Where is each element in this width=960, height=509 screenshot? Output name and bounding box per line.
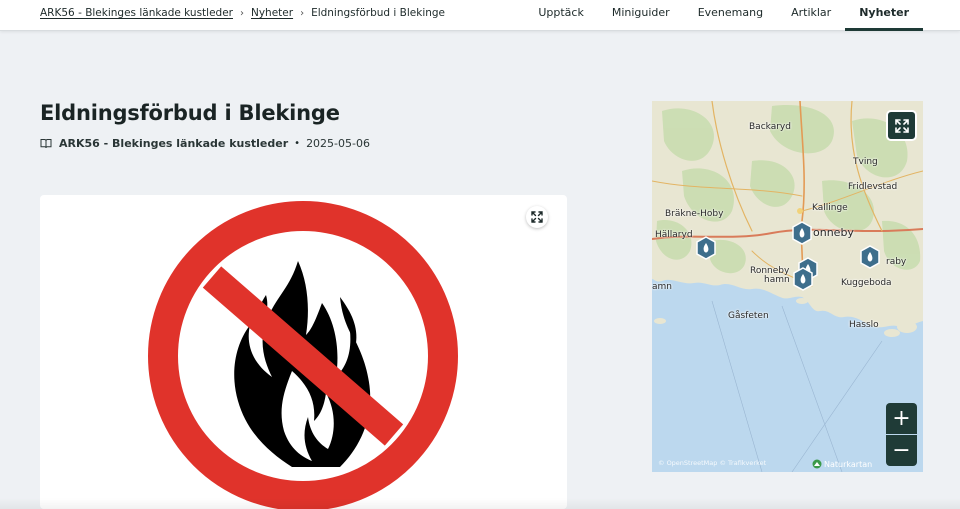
main-nav: Upptäck Miniguider Evenemang Artiklar Ny… xyxy=(524,0,923,31)
map-label-ronneby: onneby xyxy=(813,226,854,239)
article-date: 2025-05-06 xyxy=(306,137,370,150)
tab-nyheter[interactable]: Nyheter xyxy=(845,0,923,31)
map-marker-pin[interactable] xyxy=(859,245,881,271)
naturkartan-logo[interactable]: Naturkartan xyxy=(812,459,872,469)
breadcrumb-current: Eldningsförbud i Blekinge xyxy=(311,7,446,19)
image-expand-button[interactable] xyxy=(526,206,548,228)
map-zoom-out-button[interactable]: − xyxy=(886,435,917,466)
map-marker-pin[interactable] xyxy=(792,267,814,293)
hero-image xyxy=(40,195,567,509)
map-marker-pin[interactable] xyxy=(791,221,813,247)
tab-evenemang[interactable]: Evenemang xyxy=(684,0,777,31)
naturkartan-label: Naturkartan xyxy=(824,459,873,469)
naturkartan-icon xyxy=(812,459,822,469)
breadcrumb-chevron-icon: › xyxy=(300,7,305,19)
map-label-hasslo: Hasslo xyxy=(849,320,879,330)
map-zoom-in-button[interactable]: + xyxy=(886,403,917,434)
tab-upptack[interactable]: Upptäck xyxy=(524,0,598,31)
tab-miniguider[interactable]: Miniguider xyxy=(598,0,684,31)
map-attribution[interactable]: © OpenStreetMap © Trafikverket xyxy=(658,459,766,467)
map-label-kuggeboda: Kuggeboda xyxy=(841,278,892,288)
bottom-shade xyxy=(0,498,960,509)
map-label-hamn: hamn xyxy=(764,275,790,285)
map-label-amn: amn xyxy=(652,282,672,292)
map-label-tving: Tving xyxy=(853,157,878,167)
top-bar: ARK56 - Blekinges länkade kustleder › Ny… xyxy=(0,0,960,31)
breadcrumb-link-ark56[interactable]: ARK56 - Blekinges länkade kustleder xyxy=(40,7,233,19)
meta-separator: • xyxy=(294,138,301,149)
page-title: Eldningsförbud i Blekinge xyxy=(40,101,340,125)
map-label-kallinge: Kallinge xyxy=(812,203,848,213)
fullscreen-icon xyxy=(894,118,909,133)
book-icon xyxy=(40,139,52,148)
map-fullscreen-button[interactable] xyxy=(886,110,917,141)
article-source-link[interactable]: ARK56 - Blekinges länkade kustleder xyxy=(59,137,288,150)
map-marker-pin[interactable] xyxy=(695,236,717,262)
map-label-traby: raby xyxy=(886,257,907,267)
expand-icon xyxy=(531,211,543,223)
map-widget[interactable]: Backaryd Tving Fridlevstad Bräkne-Hoby K… xyxy=(652,101,923,472)
breadcrumb: ARK56 - Blekinges länkade kustleder › Ny… xyxy=(40,7,445,19)
map-label-brakne-hoby: Bräkne-Hoby xyxy=(665,209,724,219)
article-meta: ARK56 - Blekinges länkade kustleder • 20… xyxy=(40,137,370,150)
map-label-fridlevstad: Fridlevstad xyxy=(848,182,898,192)
tab-artiklar[interactable]: Artiklar xyxy=(777,0,845,31)
map-label-hallaryd: Hällaryd xyxy=(655,230,693,240)
map-label-backaryd: Backaryd xyxy=(749,122,791,132)
no-fire-sign-image xyxy=(148,201,458,509)
map-label-gasfeten: Gåsfeten xyxy=(728,311,769,321)
breadcrumb-link-nyheter[interactable]: Nyheter xyxy=(251,7,293,19)
breadcrumb-chevron-icon: › xyxy=(239,7,244,19)
